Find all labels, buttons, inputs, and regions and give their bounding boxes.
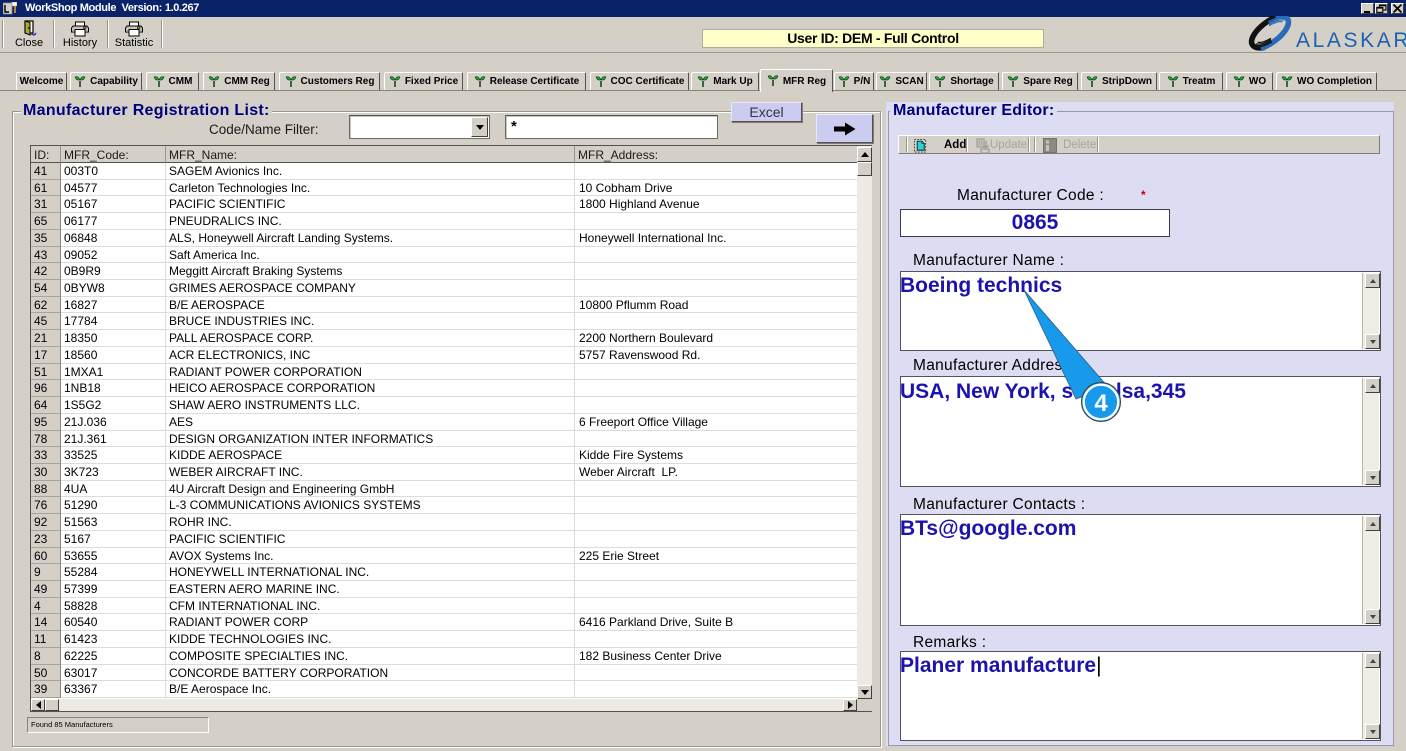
svg-text:B: B [978,141,983,148]
svg-text:ALASKAR: ALASKAR [1296,29,1406,52]
svg-text:4: 4 [1094,390,1108,417]
